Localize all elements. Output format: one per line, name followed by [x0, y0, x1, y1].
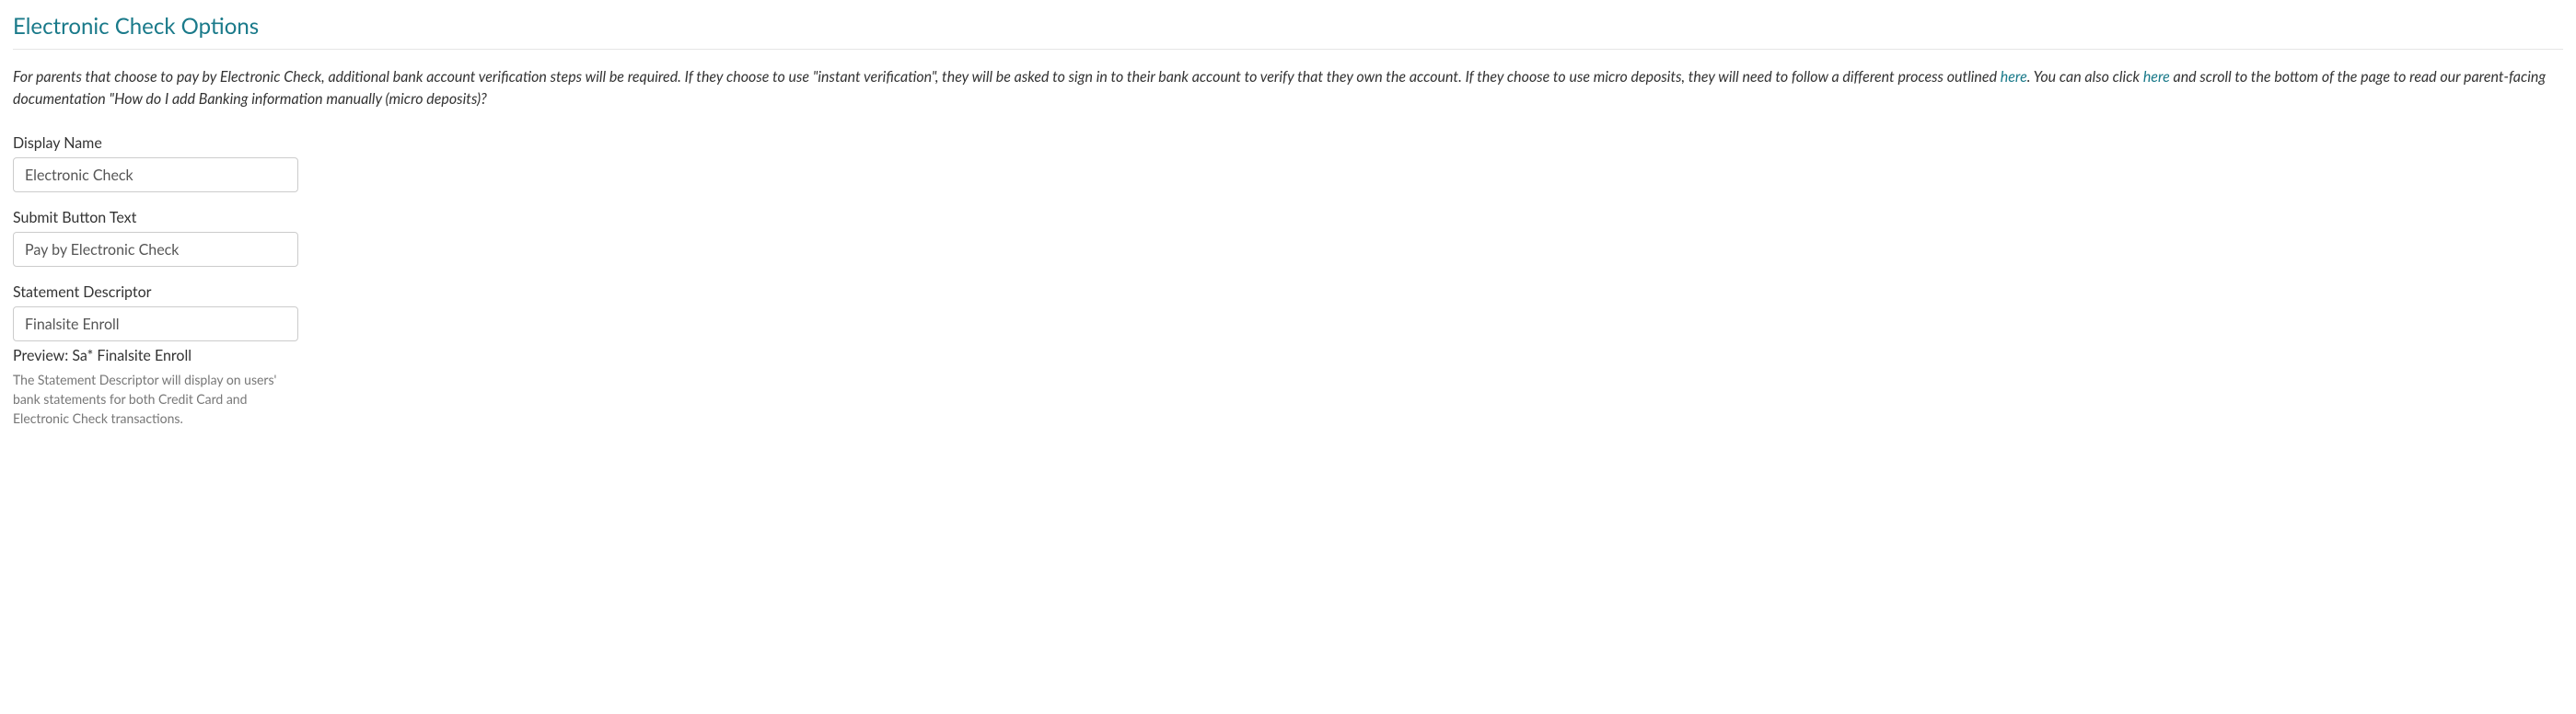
statement-descriptor-helper: The Statement Descriptor will display on… [13, 370, 298, 428]
submit-button-text-label: Submit Button Text [13, 209, 2563, 226]
description-text-2: . You can also click [2027, 68, 2143, 86]
display-name-group: Display Name [13, 134, 2563, 192]
statement-descriptor-group: Statement Descriptor Preview: Sa* Finals… [13, 283, 2563, 428]
display-name-input[interactable] [13, 157, 298, 192]
statement-descriptor-preview: Preview: Sa* Finalsite Enroll [13, 347, 2563, 364]
docs-link[interactable]: here [2143, 68, 2170, 86]
statement-descriptor-input[interactable] [13, 306, 298, 341]
description-text-1: For parents that choose to pay by Electr… [13, 68, 2001, 86]
section-description: For parents that choose to pay by Electr… [13, 66, 2563, 110]
statement-descriptor-label: Statement Descriptor [13, 283, 2563, 301]
display-name-label: Display Name [13, 134, 2563, 152]
section-title: Electronic Check Options [13, 13, 2563, 40]
section-divider [13, 49, 2563, 50]
submit-button-text-input[interactable] [13, 232, 298, 267]
micro-deposits-link[interactable]: here [2001, 68, 2027, 86]
submit-button-text-group: Submit Button Text [13, 209, 2563, 267]
